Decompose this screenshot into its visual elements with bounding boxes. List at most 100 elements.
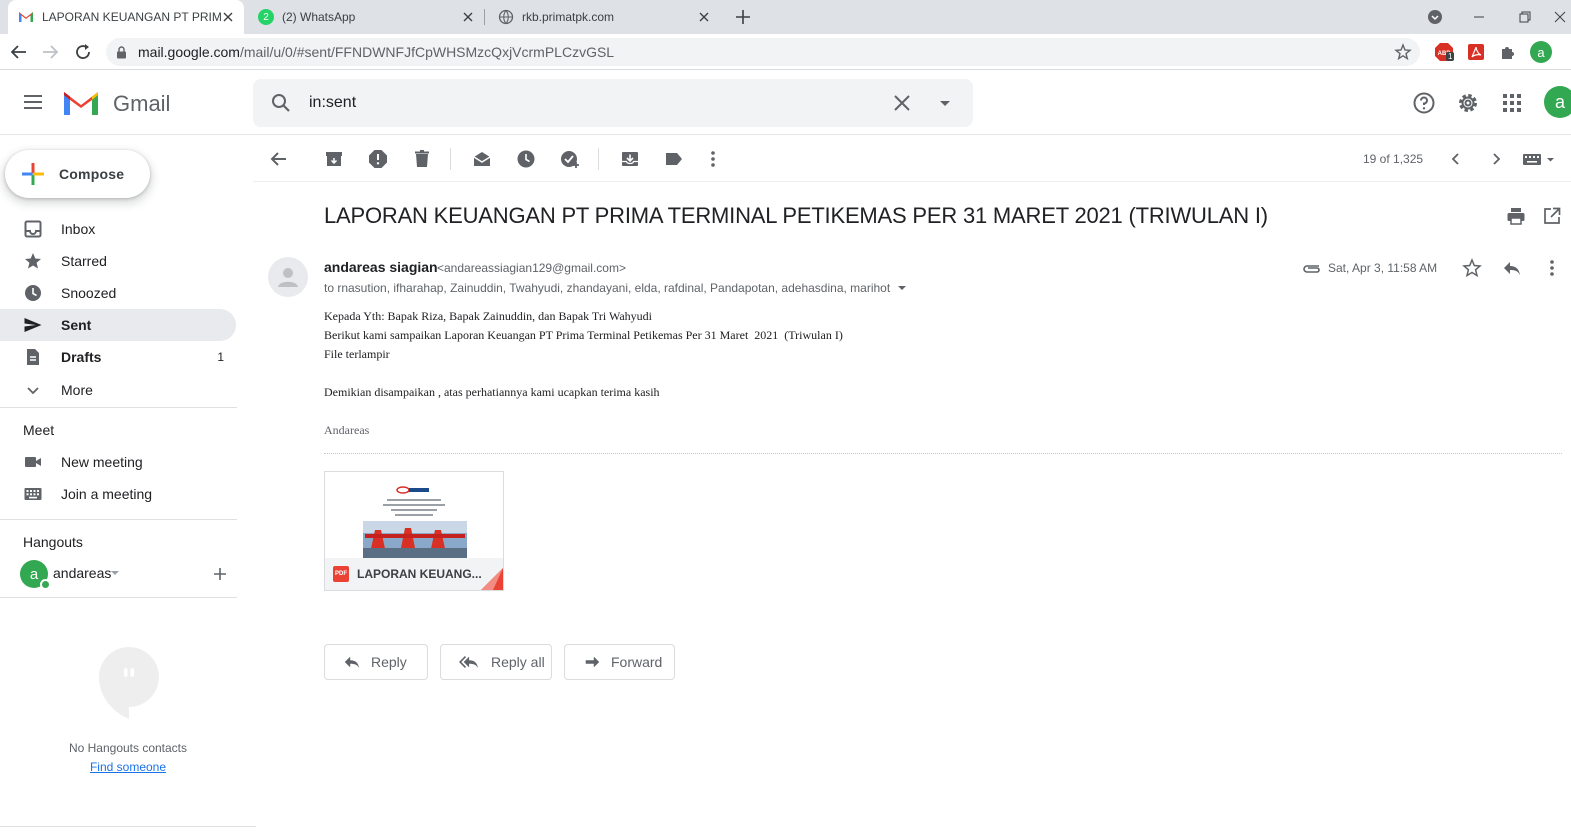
open-new-window-icon[interactable] — [1543, 207, 1561, 225]
close-tab-icon[interactable] — [462, 11, 474, 23]
forward-arrow-icon[interactable] — [40, 42, 60, 62]
older-chevron-right-icon[interactable] — [1486, 149, 1506, 169]
join-meeting-item[interactable]: Join a meeting — [0, 478, 236, 510]
close-tab-icon[interactable] — [698, 11, 710, 23]
report-spam-icon[interactable] — [368, 149, 388, 169]
extensions-button[interactable] — [1498, 42, 1518, 62]
sidebar-item-inbox[interactable]: Inbox — [0, 213, 236, 245]
forward-label: Forward — [611, 654, 663, 670]
svg-text:": " — [121, 663, 137, 698]
apps-grid-icon[interactable] — [1500, 91, 1524, 115]
meet-section-title: Meet — [23, 422, 55, 438]
mark-unread-icon[interactable] — [472, 149, 492, 169]
gmail-wordmark[interactable]: Gmail — [113, 91, 170, 117]
forward-button[interactable]: Forward — [564, 644, 675, 680]
sender-name[interactable]: andareas siagian — [324, 259, 438, 275]
sidebar-divider — [0, 519, 237, 520]
tab-search-button[interactable] — [1412, 0, 1458, 34]
minimize-button[interactable] — [1456, 0, 1502, 34]
attachment-name: LAPORAN KEUANG... — [357, 567, 482, 581]
search-input[interactable] — [309, 91, 869, 115]
account-avatar[interactable]: a — [1544, 86, 1571, 118]
close-window-button[interactable] — [1548, 0, 1571, 34]
find-someone-link[interactable]: Find someone — [0, 760, 256, 774]
lock-icon[interactable] — [116, 46, 127, 59]
tab-whatsapp[interactable]: 2 (2) WhatsApp — [248, 0, 484, 34]
new-meeting-label: New meeting — [61, 454, 143, 470]
star-outline-icon[interactable] — [1462, 258, 1482, 278]
archive-icon[interactable] — [324, 149, 344, 169]
gmail-header: Gmail a — [0, 71, 1571, 135]
label-icon[interactable] — [664, 149, 684, 169]
add-to-tasks-icon[interactable] — [560, 149, 580, 169]
print-icon[interactable] — [1506, 206, 1526, 226]
back-arrow-icon[interactable] — [9, 42, 29, 62]
input-tools-keyboard-icon[interactable] — [1521, 149, 1557, 169]
clear-search-icon[interactable] — [890, 91, 914, 115]
reload-icon[interactable] — [73, 42, 93, 62]
bookmark-star-icon[interactable] — [1394, 43, 1412, 61]
newer-chevron-left-icon[interactable] — [1446, 149, 1466, 169]
sidebar-divider — [0, 597, 237, 598]
tab-rkb[interactable]: rkb.primatpk.com — [488, 0, 720, 34]
video-camera-icon — [25, 457, 41, 467]
gmail-favicon-icon — [19, 12, 33, 22]
chevron-down-circle-icon — [1428, 10, 1442, 24]
more-vertical-icon[interactable] — [1542, 258, 1562, 278]
tab-title: (2) WhatsApp — [282, 10, 356, 24]
back-to-list-icon[interactable] — [269, 149, 289, 169]
sender-avatar[interactable] — [268, 257, 308, 297]
message-toolbar: 19 of 1,325 — [253, 136, 1571, 182]
search-options-icon[interactable] — [933, 91, 957, 115]
move-to-icon[interactable] — [620, 149, 640, 169]
search-icon[interactable] — [269, 91, 293, 115]
whatsapp-favicon-icon: 2 — [258, 9, 274, 25]
delete-trash-icon[interactable] — [412, 149, 432, 169]
caret-down-icon[interactable] — [111, 571, 119, 576]
tab-laporan[interactable]: LAPORAN KEUANGAN PT PRIMA — [8, 0, 244, 34]
new-tab-icon[interactable] — [734, 8, 752, 26]
show-details-caret-icon[interactable] — [894, 282, 910, 294]
adblock-extension[interactable]: ABP 1 — [1434, 42, 1455, 62]
pdf-extension[interactable] — [1466, 42, 1486, 62]
pdf-file-icon: PDF — [333, 566, 349, 582]
url-host: mail.google.com — [138, 44, 240, 60]
draft-icon — [27, 349, 39, 365]
reply-icon[interactable] — [1502, 258, 1522, 278]
reply-button[interactable]: Reply — [324, 644, 428, 680]
url-path: /mail/u/0/#sent/FFNDWNFJfCpWHSMzcQxjVcrm… — [239, 44, 615, 60]
sidebar-divider — [0, 826, 256, 827]
sidebar-item-drafts[interactable]: Drafts 1 — [0, 341, 236, 373]
gmail-logo-icon[interactable] — [62, 88, 100, 118]
online-status-dot — [40, 579, 51, 590]
drafts-count: 1 — [217, 350, 224, 364]
settings-gear-icon[interactable] — [1456, 91, 1480, 115]
main-menu-icon[interactable] — [22, 91, 44, 113]
message-signature: Andareas — [324, 423, 370, 437]
snooze-clock-icon[interactable] — [516, 149, 536, 169]
attachment-card[interactable]: PDF LAPORAN KEUANG... — [324, 471, 504, 591]
puzzle-icon — [1502, 47, 1514, 59]
close-tab-icon[interactable] — [222, 11, 234, 23]
sidebar-item-sent[interactable]: Sent — [0, 309, 236, 341]
reply-all-button[interactable]: Reply all — [440, 644, 552, 680]
help-icon[interactable] — [1412, 91, 1436, 115]
restore-icon — [1519, 11, 1531, 23]
chevron-down-icon — [27, 387, 39, 395]
add-contact-icon[interactable] — [212, 566, 228, 582]
signature-divider — [324, 453, 1562, 454]
sidebar-item-label: Inbox — [61, 221, 96, 237]
keyboard-icon — [24, 488, 42, 500]
sidebar-item-label: Drafts — [61, 349, 102, 365]
browser-tab-bar: LAPORAN KEUANGAN PT PRIMA 2 (2) WhatsApp… — [0, 0, 1571, 34]
acrobat-icon — [1468, 44, 1484, 60]
address-bar[interactable]: mail.google.com/mail/u/0/#sent/FFNDWNFJf… — [106, 38, 1420, 66]
sidebar-item-snoozed[interactable]: Snoozed — [0, 277, 236, 309]
sidebar-item-more[interactable]: More — [0, 374, 236, 406]
more-vertical-icon[interactable] — [703, 149, 723, 169]
compose-button[interactable]: Compose — [5, 150, 150, 198]
restore-button[interactable] — [1502, 0, 1548, 34]
new-meeting-item[interactable]: New meeting — [0, 446, 236, 478]
profile-avatar[interactable]: a — [1530, 41, 1552, 63]
sidebar-item-starred[interactable]: Starred — [0, 245, 236, 277]
